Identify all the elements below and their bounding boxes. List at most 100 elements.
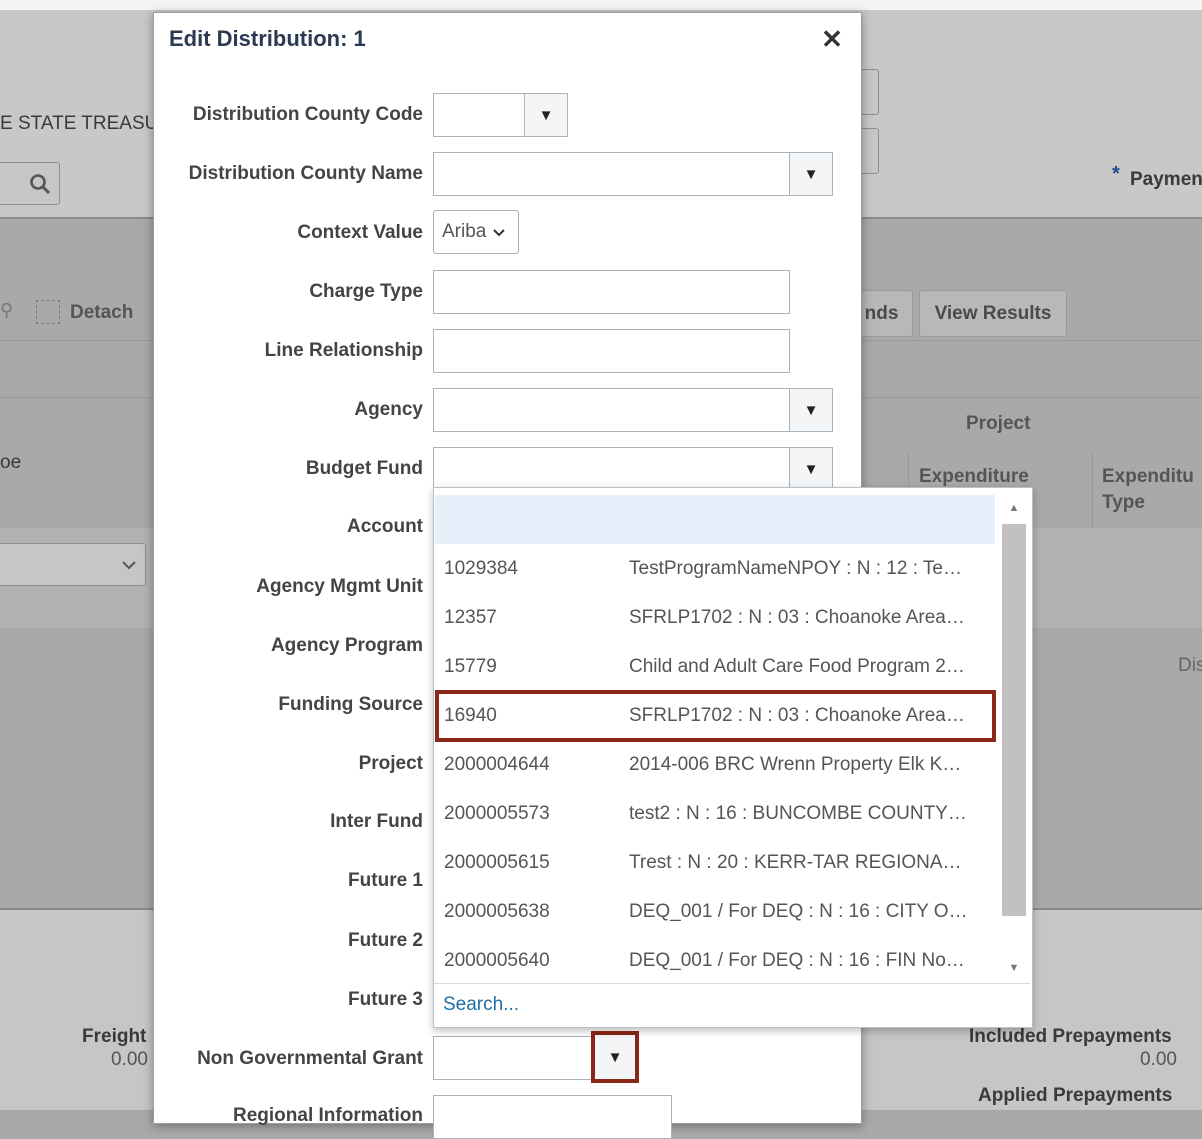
line-relationship-label: Line Relationship xyxy=(264,340,423,361)
line-relationship-input[interactable] xyxy=(433,329,790,373)
non-governmental-grant-dropdown-button[interactable]: ▼ xyxy=(591,1031,639,1083)
budget-fund-input[interactable] xyxy=(433,447,790,491)
county-code-input[interactable] xyxy=(433,93,525,137)
list-item-code: 16940 xyxy=(444,705,497,726)
list-item[interactable]: 2000004644 2014-006 BRC Wrenn Property El… xyxy=(435,740,995,789)
dropdown-arrow-icon: ▼ xyxy=(538,106,554,124)
agency-input[interactable] xyxy=(433,388,790,432)
required-star: * xyxy=(1112,163,1120,185)
inter-fund-label: Inter Fund xyxy=(330,811,423,832)
browser-top-strip xyxy=(0,0,1202,10)
list-item[interactable]: 1029384 TestProgramNameNPOY : N : 12 : Te… xyxy=(435,544,995,593)
background-included-prepayments-value: 0.00 xyxy=(1140,1049,1177,1070)
dropdown-arrow-icon: ▼ xyxy=(803,165,819,183)
non-governmental-grant-input[interactable] xyxy=(433,1036,593,1080)
context-value-selected: Ariba xyxy=(442,221,487,242)
background-payment-label: Paymen xyxy=(1130,169,1202,190)
scroll-up-icon[interactable]: ▲ xyxy=(1002,498,1026,518)
background-dis-text: Dis xyxy=(1178,655,1202,676)
budget-fund-dropdown-list: 1029384 TestProgramNameNPOY : N : 12 : Te… xyxy=(433,487,1033,1028)
list-item-description: Child and Adult Care Food Program 2… xyxy=(629,655,965,677)
regional-information-label: Regional Information xyxy=(233,1105,423,1126)
background-project-header: Project xyxy=(966,413,1031,434)
list-item-code: 2000005615 xyxy=(444,851,550,873)
funding-source-label: Funding Source xyxy=(278,694,423,715)
background-left-col-text: oe xyxy=(0,452,22,473)
background-freight-label: Freight xyxy=(82,1026,147,1047)
list-item[interactable]: 2000005573 test2 : N : 16 : BUNCOMBE COUN… xyxy=(435,789,995,838)
list-item[interactable]: 2000005615 Trest : N : 20 : KERR-TAR REGI… xyxy=(435,838,995,887)
background-expenditure-col: Expenditure xyxy=(919,466,1029,487)
list-item[interactable]: 12357 SFRLP1702 : N : 03 : Choanoke Area… xyxy=(435,593,995,642)
list-item[interactable]: 2000005640 DEQ_001 / For DEQ : N : 16 : F… xyxy=(435,936,995,985)
list-item-description: DEQ_001 / For DEQ : N : 16 : FIN No… xyxy=(629,949,965,971)
detach-icon xyxy=(36,300,60,324)
filter-icon: ⚲ xyxy=(0,300,14,320)
background-freight-value: 0.00 xyxy=(111,1049,148,1070)
budget-fund-dropdown-button[interactable]: ▼ xyxy=(789,447,833,491)
list-item-code: 15779 xyxy=(444,655,497,677)
project-label: Project xyxy=(358,753,423,774)
list-item-code: 1029384 xyxy=(444,557,518,579)
close-icon[interactable]: ✕ xyxy=(820,24,844,54)
search-link[interactable]: Search... xyxy=(443,994,519,1016)
list-item[interactable]: 16940 SFRLP1702 : N : 03 : Choanoke Area… xyxy=(435,690,996,742)
background-detach-label: Detach xyxy=(70,302,134,323)
list-item-code: 2000005573 xyxy=(444,802,550,824)
list-item-empty[interactable] xyxy=(435,495,995,544)
background-select xyxy=(0,543,146,586)
list-item-description: SFRLP1702 : N : 03 : Choanoke Area… xyxy=(629,705,965,726)
list-item-description: SFRLP1702 : N : 03 : Choanoke Area… xyxy=(629,606,965,628)
background-included-prepayments-label: Included Prepayments xyxy=(969,1026,1172,1047)
list-item-description: TestProgramNameNPOY : N : 12 : Te… xyxy=(629,557,962,579)
list-item-code: 2000004644 xyxy=(444,753,550,775)
chevron-down-icon xyxy=(493,228,506,236)
charge-type-label: Charge Type xyxy=(309,281,423,302)
dropdown-footer: Search... xyxy=(434,983,1030,1027)
list-item-code: 2000005638 xyxy=(444,900,550,922)
list-item-description: Trest : N : 20 : KERR-TAR REGIONA… xyxy=(629,851,962,873)
dropdown-arrow-icon: ▼ xyxy=(803,460,819,478)
background-expenditure-type-sub: Type xyxy=(1102,492,1145,513)
county-name-label: Distribution County Name xyxy=(188,163,423,184)
charge-type-input[interactable] xyxy=(433,270,790,314)
background-view-results-button: View Results xyxy=(919,290,1067,337)
non-governmental-grant-label: Non Governmental Grant xyxy=(197,1048,423,1069)
future-1-label: Future 1 xyxy=(348,870,423,891)
future-3-label: Future 3 xyxy=(348,989,423,1010)
scrollbar-thumb[interactable] xyxy=(1002,524,1026,916)
background-treasury-text: E STATE TREASU xyxy=(0,113,159,134)
funds-button-label: nds xyxy=(864,302,899,324)
dropdown-arrow-icon: ▼ xyxy=(607,1048,623,1066)
chevron-down-icon xyxy=(122,560,136,569)
county-name-input[interactable] xyxy=(433,152,790,196)
list-item[interactable]: 15779 Child and Adult Care Food Program 2… xyxy=(435,642,995,691)
list-item-description: DEQ_001 / For DEQ : N : 16 : CITY O… xyxy=(629,900,968,922)
county-name-dropdown-button[interactable]: ▼ xyxy=(789,152,833,196)
list-item-code: 2000005640 xyxy=(444,949,550,971)
agency-label: Agency xyxy=(354,399,423,420)
agency-dropdown-button[interactable]: ▼ xyxy=(789,388,833,432)
county-code-label: Distribution County Code xyxy=(192,104,423,125)
future-2-label: Future 2 xyxy=(348,930,423,951)
context-value-select[interactable]: Ariba xyxy=(433,210,519,254)
background-applied-prepayments-label: Applied Prepayments xyxy=(978,1085,1173,1106)
list-item-code: 12357 xyxy=(444,606,497,628)
dialog-title: Edit Distribution: 1 xyxy=(169,26,366,51)
list-item[interactable]: 2000005638 DEQ_001 / For DEQ : N : 16 : C… xyxy=(435,887,995,936)
account-label: Account xyxy=(347,516,423,537)
regional-information-input[interactable] xyxy=(433,1095,672,1139)
scroll-down-icon[interactable]: ▼ xyxy=(1002,958,1026,978)
dropdown-arrow-icon: ▼ xyxy=(803,401,819,419)
agency-program-label: Agency Program xyxy=(270,635,423,656)
context-value-label: Context Value xyxy=(297,222,423,243)
background-expenditure-type-col: Expenditu xyxy=(1102,466,1194,487)
agency-mgmt-unit-label: Agency Mgmt Unit xyxy=(256,576,423,597)
list-item-description: test2 : N : 16 : BUNCOMBE COUNTY… xyxy=(629,802,967,824)
list-item-description: 2014-006 BRC Wrenn Property Elk K… xyxy=(629,753,962,775)
county-code-dropdown-button[interactable]: ▼ xyxy=(524,93,568,137)
view-results-label: View Results xyxy=(934,302,1052,324)
budget-fund-label: Budget Fund xyxy=(305,458,423,479)
background-search-box xyxy=(0,162,60,205)
background-col-divider xyxy=(1092,451,1093,529)
